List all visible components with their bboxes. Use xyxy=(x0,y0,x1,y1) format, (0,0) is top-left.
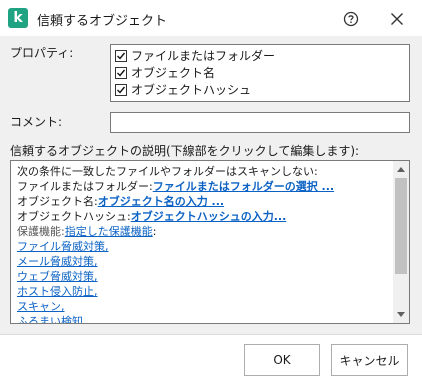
component-link[interactable]: ホスト侵入防止, xyxy=(17,285,98,298)
vertical-scrollbar[interactable] xyxy=(393,161,409,323)
property-file-or-folder[interactable]: ファイルまたはフォルダー xyxy=(115,47,275,64)
scroll-down-icon[interactable] xyxy=(393,307,409,323)
protection-suffix: : xyxy=(152,225,157,238)
window-title: 信頼するオブジェクト xyxy=(37,14,168,29)
component-link[interactable]: ファイル脅威対策, xyxy=(17,240,109,253)
property-label: オブジェクトハッシュ xyxy=(131,83,252,97)
property-label: ファイルまたはフォルダー xyxy=(131,49,276,63)
protection-row: 保護機能:指定した保護機能: xyxy=(17,225,156,238)
component-link[interactable]: ふるまい検知 xyxy=(17,315,83,323)
help-icon[interactable] xyxy=(340,8,362,30)
name-condition-row: オブジェクト名:オブジェクト名の入力 ... xyxy=(17,195,224,208)
file-condition-row: ファイルまたはフォルダー:ファイルまたはフォルダーの選択 ... xyxy=(17,180,334,193)
close-icon[interactable] xyxy=(386,8,408,30)
property-object-hash[interactable]: オブジェクトハッシュ xyxy=(115,81,251,98)
cancel-button[interactable]: キャンセル xyxy=(331,344,408,376)
property-label: オブジェクト名 xyxy=(131,66,216,80)
description-panel: 次の条件に一致したファイルやフォルダーはスキャンしない: ファイルまたはフォルダ… xyxy=(10,160,410,324)
component-link[interactable]: メール脅威対策, xyxy=(17,255,98,268)
file-condition-prefix: ファイルまたはフォルダー: xyxy=(17,180,153,193)
title-bar: k 信頼するオブジェクト xyxy=(0,0,422,36)
dialog-content: プロパティ: ファイルまたはフォルダー オブジェクト名 オブジェクトハッシュ コ… xyxy=(0,36,422,334)
kaspersky-logo-icon: k xyxy=(8,8,28,28)
ok-button[interactable]: OK xyxy=(244,344,320,376)
description-label: 信頼するオブジェクトの説明(下線部をクリックして編集します): xyxy=(10,144,360,158)
dialog-footer: OK キャンセル xyxy=(0,334,422,384)
hash-condition-prefix: オブジェクトハッシュ: xyxy=(17,210,131,223)
component-link[interactable]: ウェブ脅威対策, xyxy=(17,270,98,283)
scrollbar-thumb[interactable] xyxy=(395,178,407,274)
checkbox-checked-icon[interactable] xyxy=(115,66,127,79)
properties-label: プロパティ: xyxy=(10,46,74,60)
properties-list: ファイルまたはフォルダー オブジェクト名 オブジェクトハッシュ xyxy=(110,44,410,102)
comment-input[interactable] xyxy=(110,112,410,133)
object-name-link[interactable]: オブジェクト名の入力 ... xyxy=(98,195,224,208)
component-link[interactable]: スキャン, xyxy=(17,300,65,313)
protection-prefix: 保護機能: xyxy=(17,225,65,238)
scroll-up-icon[interactable] xyxy=(393,161,409,177)
protection-components-link[interactable]: 指定した保護機能 xyxy=(65,225,153,238)
file-select-link[interactable]: ファイルまたはフォルダーの選択 ... xyxy=(153,180,334,193)
comment-label: コメント: xyxy=(10,115,63,129)
name-condition-prefix: オブジェクト名: xyxy=(17,195,98,208)
checkbox-checked-icon[interactable] xyxy=(115,83,127,96)
object-hash-link[interactable]: オブジェクトハッシュの入力... xyxy=(131,210,287,223)
hash-condition-row: オブジェクトハッシュ:オブジェクトハッシュの入力... xyxy=(17,210,286,223)
checkbox-checked-icon[interactable] xyxy=(115,49,127,62)
property-object-name[interactable]: オブジェクト名 xyxy=(115,64,215,81)
description-intro: 次の条件に一致したファイルやフォルダーはスキャンしない: xyxy=(17,165,318,178)
